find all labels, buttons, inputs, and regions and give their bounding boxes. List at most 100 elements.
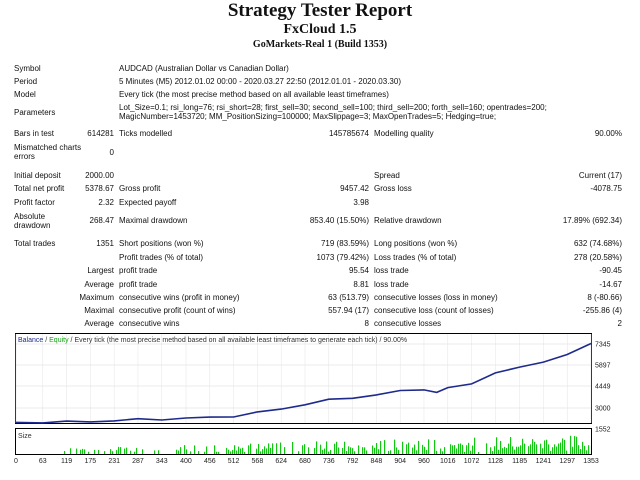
x-tick-label: 0 bbox=[14, 458, 18, 465]
size-bar bbox=[486, 443, 488, 454]
mismatch-value: 0 bbox=[109, 148, 114, 157]
server-name: GoMarkets-Real 1 (Build 1353) bbox=[252, 39, 388, 50]
expected-payoff-label: Expected payoff bbox=[119, 198, 177, 207]
size-bar bbox=[280, 442, 282, 454]
size-bar bbox=[218, 451, 220, 454]
model-value: Every tick (the most precise method base… bbox=[119, 90, 389, 99]
symbol-label: Symbol bbox=[14, 64, 41, 73]
size-bar bbox=[502, 448, 504, 454]
size-bar bbox=[416, 450, 418, 454]
size-bar bbox=[186, 449, 188, 454]
average-consecutive-label: Average bbox=[84, 319, 114, 328]
x-tick-label: 904 bbox=[394, 458, 406, 465]
size-bar bbox=[500, 440, 502, 454]
x-tick-label: 680 bbox=[299, 458, 311, 465]
quality-value: 90.00% bbox=[594, 129, 622, 138]
loss-trades-label: Loss trades (% of total) bbox=[374, 253, 457, 262]
size-bar bbox=[126, 447, 128, 454]
size-bar bbox=[104, 451, 106, 454]
size-bar bbox=[522, 438, 524, 454]
model-label: Model bbox=[14, 90, 36, 99]
largest-profit-label: profit trade bbox=[119, 266, 158, 275]
size-bar bbox=[84, 449, 86, 454]
size-bar bbox=[460, 443, 462, 454]
bars-label: Bars in test bbox=[14, 129, 55, 138]
size-bar bbox=[582, 441, 584, 454]
x-tick-label: 848 bbox=[371, 458, 383, 465]
legend-line: Balance / Equity / Every tick (the most … bbox=[18, 337, 407, 344]
size-bar bbox=[110, 449, 112, 454]
size-bar bbox=[178, 450, 180, 454]
size-bar bbox=[250, 443, 252, 454]
size-bar bbox=[524, 443, 526, 454]
largest-label: Largest bbox=[87, 266, 114, 275]
size-bar bbox=[472, 445, 474, 454]
size-bar bbox=[112, 451, 114, 454]
x-tick-label: 1353 bbox=[583, 458, 599, 465]
legend-balance: Balance bbox=[18, 337, 43, 344]
gross-profit-label: Gross profit bbox=[119, 184, 161, 193]
average-loss-value: -14.67 bbox=[599, 280, 622, 289]
y-tick-label: 1552 bbox=[595, 427, 611, 434]
size-bar bbox=[314, 448, 316, 454]
size-bar bbox=[80, 449, 82, 454]
size-bar bbox=[378, 449, 380, 454]
size-bar bbox=[240, 448, 242, 454]
profit-trades-value: 1073 (79.42%) bbox=[316, 253, 369, 262]
absolute-drawdown-value: 268.47 bbox=[89, 216, 114, 225]
average-consecutive-losses-label: consecutive losses bbox=[374, 319, 442, 328]
maximal-drawdown-label: Maximal drawdown bbox=[119, 216, 188, 225]
short-positions-label: Short positions (won %) bbox=[119, 239, 204, 248]
report-title: Strategy Tester Report bbox=[227, 0, 413, 21]
profit-factor-label: Profit factor bbox=[14, 198, 55, 207]
x-tick-label: 792 bbox=[347, 458, 359, 465]
size-bar bbox=[384, 440, 386, 454]
size-bar bbox=[70, 448, 72, 454]
size-bar bbox=[396, 447, 398, 454]
maximum-label: Maximum bbox=[79, 293, 114, 302]
size-bar bbox=[466, 445, 468, 454]
size-bar bbox=[422, 444, 424, 454]
average-consecutive-losses-value: 2 bbox=[617, 319, 622, 328]
size-bar bbox=[334, 443, 336, 454]
average-consecutive-wins-label: consecutive wins bbox=[119, 319, 180, 328]
size-bar bbox=[304, 444, 306, 454]
size-bar bbox=[180, 447, 182, 454]
size-bar bbox=[518, 446, 520, 454]
y-tick-label: 5897 bbox=[595, 363, 611, 370]
size-bar bbox=[458, 443, 460, 454]
size-bar bbox=[266, 448, 268, 454]
size-bar bbox=[468, 442, 470, 454]
size-bar bbox=[308, 447, 310, 454]
size-bar bbox=[320, 444, 322, 454]
size-bar bbox=[94, 449, 96, 454]
size-bar bbox=[456, 448, 458, 454]
spread-label: Spread bbox=[374, 171, 400, 180]
max-consecutive-wins-label: consecutive wins (profit in money) bbox=[119, 293, 240, 302]
size-bar bbox=[510, 437, 512, 454]
size-bar bbox=[572, 446, 574, 454]
relative-drawdown-label: Relative drawdown bbox=[374, 216, 442, 225]
size-bar bbox=[414, 444, 416, 454]
size-bar bbox=[120, 447, 122, 454]
x-tick-label: 119 bbox=[61, 458, 72, 465]
size-bar bbox=[358, 445, 360, 454]
size-bar bbox=[490, 447, 492, 454]
size-bar bbox=[584, 445, 586, 454]
x-tick-label: 400 bbox=[180, 458, 192, 465]
size-bar bbox=[276, 443, 278, 454]
size-bar bbox=[352, 448, 354, 454]
x-tick-label: 1241 bbox=[536, 458, 552, 465]
legend-equity: Equity bbox=[49, 337, 69, 344]
maximal-consecutive-loss-value: -255.86 (4) bbox=[582, 306, 622, 315]
size-bar bbox=[560, 442, 562, 454]
size-bar bbox=[88, 451, 90, 454]
expected-payoff-value: 3.98 bbox=[353, 198, 369, 207]
expert-name: FxCloud 1.5 bbox=[283, 22, 357, 37]
size-bar bbox=[184, 445, 186, 454]
size-bar bbox=[462, 444, 464, 454]
y-tick-label: 4449 bbox=[595, 384, 611, 391]
x-tick-label: 512 bbox=[228, 458, 240, 465]
maximal-consecutive-loss-label: consecutive loss (count of losses) bbox=[374, 306, 494, 315]
x-tick-label: 1297 bbox=[559, 458, 575, 465]
